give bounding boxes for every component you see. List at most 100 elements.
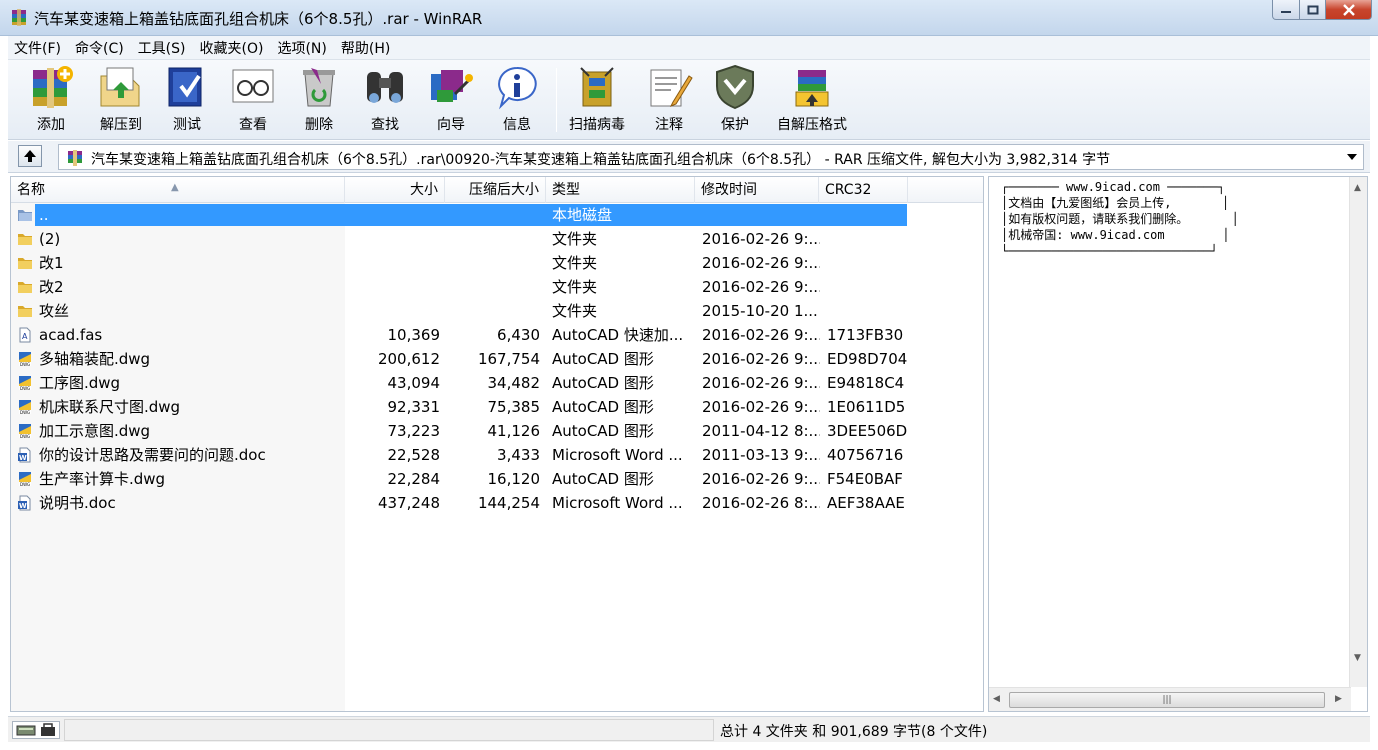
word-file-icon: W xyxy=(17,495,33,511)
svg-text:W: W xyxy=(19,454,27,462)
column-modified[interactable]: 修改时间 xyxy=(695,177,819,203)
file-name: 机床联系尺寸图.dwg xyxy=(39,398,181,416)
info-button[interactable]: 信息 xyxy=(490,64,544,136)
sfx-icon xyxy=(795,70,829,107)
file-size: 437,248 xyxy=(377,494,440,512)
file-row[interactable]: W 说明书.doc 437,248 144,254 Microsoft Word ...… xyxy=(11,491,983,515)
scroll-left-icon[interactable]: ◀ xyxy=(993,694,1000,704)
column-name[interactable]: 名称 ▲ xyxy=(11,177,345,203)
window-title: 汽车某变速箱上箱盖钻底面孔组合机床（6个8.5孔）.rar - WinRAR xyxy=(34,10,483,28)
test-label: 测试 xyxy=(173,117,201,133)
file-row[interactable]: DWG 多轴箱装配.dwg 200,612 167,754 AutoCAD 图形 2016… xyxy=(11,347,983,371)
column-size[interactable]: 大小 xyxy=(345,177,445,203)
view-button[interactable]: 查看 xyxy=(226,64,280,136)
column-type[interactable]: 类型 xyxy=(546,177,695,203)
menu-file[interactable]: 文件(F) xyxy=(14,38,61,58)
file-type: AutoCAD 图形 xyxy=(552,398,654,416)
file-modified: 2016-02-26 9:... xyxy=(702,398,820,416)
path-combobox[interactable]: 汽车某变速箱上箱盖钻底面孔组合机床（6个8.5孔）.rar\00920-汽车某变… xyxy=(58,144,1364,170)
scroll-up-icon[interactable]: ▲ xyxy=(1354,183,1361,193)
maximize-button[interactable] xyxy=(1300,0,1326,20)
close-button[interactable] xyxy=(1326,0,1372,20)
scroll-right-icon[interactable]: ▶ xyxy=(1335,694,1342,704)
file-row[interactable]: DWG 机床联系尺寸图.dwg 92,331 75,385 AutoCAD 图形 2016… xyxy=(11,395,983,419)
file-list[interactable]: 名称 ▲ 大小 压缩后大小 类型 修改时间 CRC32 .. 本地磁盘 (2) 文件夹… xyxy=(10,176,984,712)
find-button[interactable]: 查找 xyxy=(358,64,412,136)
protect-button[interactable]: 保护 xyxy=(708,64,762,136)
status-bar: 总计 4 文件夹 和 901,689 字节(8 个文件) xyxy=(8,716,1370,742)
find-label: 查找 xyxy=(371,117,399,133)
file-name: (2) xyxy=(39,230,61,248)
add-archive-icon xyxy=(33,66,73,108)
file-row[interactable]: Aacad.fas 10,369 6,430 AutoCAD 快速加... 2016-0… xyxy=(11,323,983,347)
column-crc[interactable]: CRC32 xyxy=(819,177,908,203)
menu-favorites[interactable]: 收藏夹(O) xyxy=(200,38,264,58)
drive-lock-icon[interactable] xyxy=(12,721,60,739)
comment-button[interactable]: 注释 xyxy=(642,64,696,136)
file-name: 改1 xyxy=(39,254,64,272)
file-modified: 2016-02-26 8:... xyxy=(702,494,820,512)
menu-tools[interactable]: 工具(S) xyxy=(138,38,186,58)
minimize-button[interactable] xyxy=(1272,0,1300,20)
menu-bar: 文件(F) 命令(C) 工具(S) 收藏夹(O) 选项(N) 帮助(H) xyxy=(8,36,1370,60)
file-row[interactable]: (2) 文件夹 2016-02-26 9:... xyxy=(11,227,983,251)
file-size: 43,094 xyxy=(387,374,441,392)
scroll-down-icon[interactable]: ▼ xyxy=(1354,653,1361,663)
file-modified: 2016-02-26 9:... xyxy=(702,470,820,488)
archive-path: 汽车某变速箱上箱盖钻底面孔组合机床（6个8.5孔）.rar\00920-汽车某变… xyxy=(91,152,1111,168)
column-packed[interactable]: 压缩后大小 xyxy=(445,177,546,203)
comment-icon xyxy=(650,69,693,107)
delete-button[interactable]: 删除 xyxy=(292,64,346,136)
extract-to-button[interactable]: 解压到 xyxy=(88,64,154,136)
wizard-label: 向导 xyxy=(437,117,465,133)
file-crc xyxy=(827,251,917,275)
menu-help[interactable]: 帮助(H) xyxy=(341,38,390,58)
comment-vertical-scrollbar[interactable]: ▲ ▼ xyxy=(1349,177,1367,687)
sfx-label: 自解压格式 xyxy=(777,117,847,133)
file-row[interactable]: .. 本地磁盘 xyxy=(11,203,983,227)
sfx-button[interactable]: 自解压格式 xyxy=(772,64,852,136)
menu-commands[interactable]: 命令(C) xyxy=(75,38,124,58)
minimize-icon xyxy=(1281,10,1291,13)
file-name: acad.fas xyxy=(39,326,103,344)
file-size xyxy=(347,299,440,323)
file-row[interactable]: DWG 工序图.dwg 43,094 34,482 AutoCAD 图形 2016-02-… xyxy=(11,371,983,395)
address-bar: 汽车某变速箱上箱盖钻底面孔组合机床（6个8.5孔）.rar\00920-汽车某变… xyxy=(8,141,1370,173)
file-row[interactable]: DWG 生产率计算卡.dwg 22,284 16,120 AutoCAD 图形 2016-… xyxy=(11,467,983,491)
file-crc: E94818C4 xyxy=(827,374,905,392)
file-packed-size xyxy=(447,203,540,227)
folder-icon xyxy=(17,303,33,319)
up-one-level-button[interactable] xyxy=(18,145,42,167)
file-modified: 2015-10-20 1... xyxy=(702,302,818,320)
svg-text:W: W xyxy=(19,502,27,510)
file-row[interactable]: 攻丝 文件夹 2015-10-20 1... xyxy=(11,299,983,323)
wizard-button[interactable]: 向导 xyxy=(424,64,478,136)
comment-label: 注释 xyxy=(655,117,683,133)
comment-horizontal-scrollbar[interactable]: ◀ ||| ▶ xyxy=(989,687,1351,711)
file-crc xyxy=(827,203,917,227)
dwg-file-icon: DWG xyxy=(17,423,33,439)
title-bar: 汽车某变速箱上箱盖钻底面孔组合机床（6个8.5孔）.rar - WinRAR xyxy=(0,0,1378,36)
file-type: 文件夹 xyxy=(552,254,598,272)
scroll-thumb[interactable]: ||| xyxy=(1009,692,1325,708)
file-packed-size xyxy=(447,275,540,299)
file-type: Microsoft Word ... xyxy=(552,494,683,512)
file-row[interactable]: 改2 文件夹 2016-02-26 9:... xyxy=(11,275,983,299)
file-crc: F54E0BAF xyxy=(827,470,903,488)
test-button[interactable]: 测试 xyxy=(160,64,214,136)
archive-comment-pane: ┌─────── www.9icad.com ───────┐ │文档由【九爱图… xyxy=(988,176,1368,712)
file-type: Microsoft Word ... xyxy=(552,446,683,464)
menu-options[interactable]: 选项(N) xyxy=(277,38,326,58)
add-button[interactable]: 添加 xyxy=(18,64,84,136)
file-packed-size: 3,433 xyxy=(497,446,540,464)
file-row[interactable]: W 你的设计思路及需要问的问题.doc 22,528 3,433 Microsoft W… xyxy=(11,443,983,467)
virus-scan-button[interactable]: 扫描病毒 xyxy=(564,64,630,136)
svg-text:A: A xyxy=(22,332,28,341)
file-name: 加工示意图.dwg xyxy=(39,422,151,440)
svg-text:DWG: DWG xyxy=(20,386,30,391)
file-row[interactable]: DWG 加工示意图.dwg 73,223 41,126 AutoCAD 图形 2011-0… xyxy=(11,419,983,443)
chevron-down-icon[interactable] xyxy=(1347,153,1357,161)
word-file-icon: W xyxy=(17,447,33,463)
file-row[interactable]: 改1 文件夹 2016-02-26 9:... xyxy=(11,251,983,275)
maximize-icon xyxy=(1307,5,1318,14)
